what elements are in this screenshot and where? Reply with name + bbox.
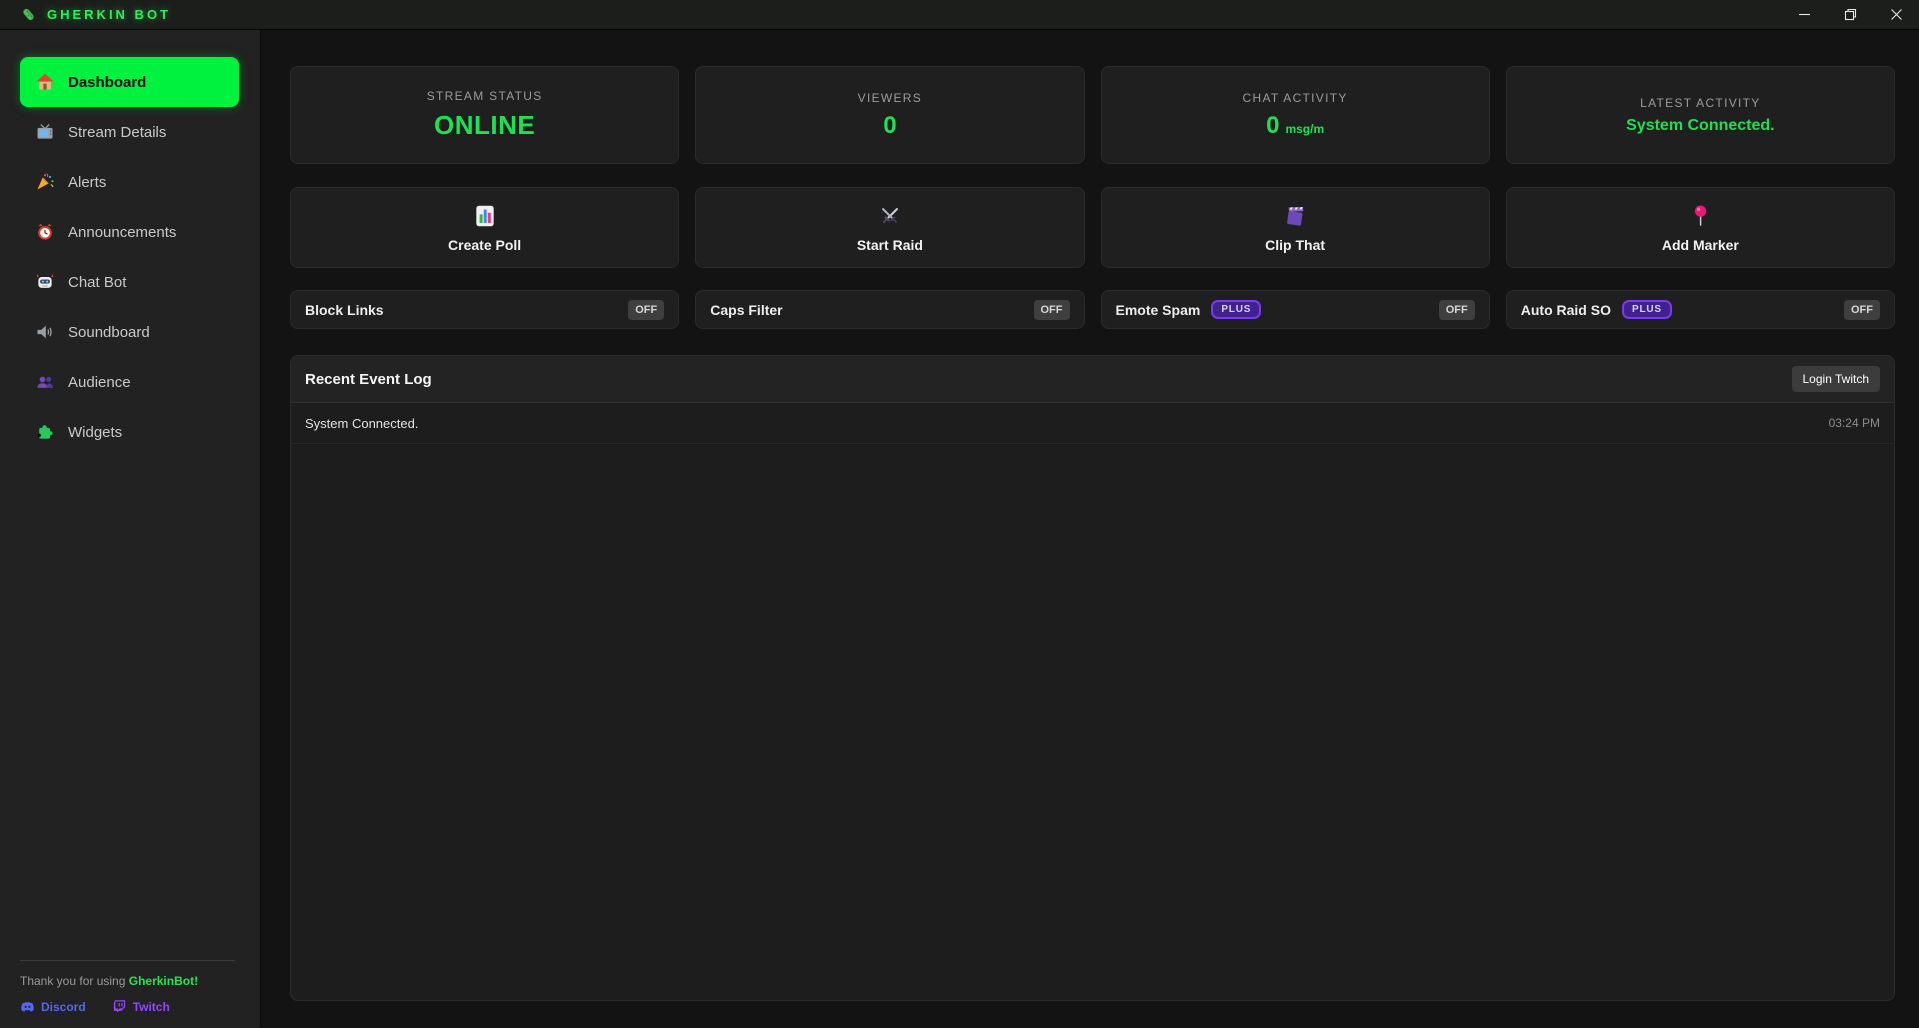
- sidebar-item-label: Audience: [68, 374, 131, 391]
- sidebar-item-audience[interactable]: Audience: [0, 357, 260, 407]
- toggle-state-badge[interactable]: OFF: [1439, 300, 1475, 320]
- pickle-icon: [20, 6, 37, 23]
- stat-label: CHAT ACTIVITY: [1243, 91, 1348, 105]
- sidebar: Dashboard Stream Details: [0, 30, 261, 1028]
- toggle-auto-raid-so[interactable]: Auto Raid SO PLUS OFF: [1506, 290, 1895, 329]
- discord-icon: [20, 999, 35, 1014]
- minimize-icon: [1798, 8, 1811, 21]
- sidebar-item-alerts[interactable]: Alerts: [0, 157, 260, 207]
- sidebar-nav: Dashboard Stream Details: [0, 57, 260, 457]
- actions-row: Create Poll Start Raid: [290, 187, 1895, 268]
- event-log-title: Recent Event Log: [305, 371, 432, 388]
- toggle-state-badge[interactable]: OFF: [1034, 300, 1070, 320]
- sidebar-item-label: Stream Details: [68, 124, 166, 141]
- restore-button[interactable]: [1827, 0, 1873, 29]
- start-raid-button[interactable]: Start Raid: [695, 187, 1084, 268]
- stats-row: STREAM STATUS ONLINE VIEWERS 0 CHAT ACTI…: [290, 66, 1895, 164]
- sidebar-item-soundboard[interactable]: Soundboard: [0, 307, 260, 357]
- sidebar-item-label: Announcements: [68, 224, 176, 241]
- toggle-label: Emote Spam: [1116, 302, 1201, 318]
- pushpin-icon: [1687, 203, 1713, 229]
- sidebar-item-announcements[interactable]: Announcements: [0, 207, 260, 257]
- action-label: Clip That: [1265, 237, 1325, 253]
- party-popper-icon: [35, 172, 55, 192]
- add-marker-button[interactable]: Add Marker: [1506, 187, 1895, 268]
- discord-link[interactable]: Discord: [20, 999, 86, 1014]
- close-button[interactable]: [1873, 0, 1919, 29]
- clip-that-button[interactable]: Clip That: [1101, 187, 1490, 268]
- log-entry: System Connected. 03:24 PM: [291, 403, 1894, 444]
- sidebar-item-label: Alerts: [68, 174, 106, 191]
- stat-label: VIEWERS: [858, 91, 922, 105]
- stat-card-viewers: VIEWERS 0: [695, 66, 1084, 164]
- minimize-button[interactable]: [1781, 0, 1827, 29]
- clapper-icon: [1282, 203, 1308, 229]
- action-label: Add Marker: [1662, 237, 1739, 253]
- bar-chart-icon: [472, 203, 498, 229]
- app-title: GHERKIN BOT: [47, 7, 171, 22]
- twitch-link-label: Twitch: [133, 1000, 170, 1014]
- close-icon: [1890, 8, 1903, 21]
- event-log-header: Recent Event Log Login Twitch: [291, 356, 1894, 403]
- stat-card-stream-status: STREAM STATUS ONLINE: [290, 66, 679, 164]
- sidebar-item-widgets[interactable]: Widgets: [0, 407, 260, 457]
- sidebar-footer: Thank you for using GherkinBot! Discord: [20, 960, 235, 1028]
- titlebar: GHERKIN BOT: [0, 0, 1919, 30]
- toggle-label: Auto Raid SO: [1521, 302, 1611, 318]
- toggle-state-badge[interactable]: OFF: [1844, 300, 1880, 320]
- log-entry-time: 03:24 PM: [1829, 416, 1880, 430]
- sidebar-item-dashboard[interactable]: Dashboard: [20, 57, 239, 107]
- viewers-value: 0: [883, 112, 896, 140]
- login-twitch-button[interactable]: Login Twitch: [1792, 366, 1881, 392]
- crossed-swords-icon: [877, 203, 903, 229]
- puzzle-icon: [35, 422, 55, 442]
- main-content: STREAM STATUS ONLINE VIEWERS 0 CHAT ACTI…: [261, 30, 1919, 1028]
- twitch-icon: [112, 999, 127, 1014]
- sidebar-item-label: Widgets: [68, 424, 122, 441]
- house-icon: [35, 72, 55, 92]
- stat-label: LATEST ACTIVITY: [1640, 96, 1760, 110]
- sidebar-item-label: Chat Bot: [68, 274, 126, 291]
- people-icon: [35, 372, 55, 392]
- toggle-block-links[interactable]: Block Links OFF: [290, 290, 679, 329]
- sidebar-item-chat-bot[interactable]: Chat Bot: [0, 257, 260, 307]
- chat-activity-value: 0msg/m: [1266, 112, 1324, 140]
- stream-status-value: ONLINE: [434, 110, 535, 141]
- alarm-clock-icon: [35, 222, 55, 242]
- latest-activity-value: System Connected.: [1626, 117, 1774, 135]
- recent-event-log-panel: Recent Event Log Login Twitch System Con…: [290, 355, 1895, 1001]
- sidebar-item-label: Soundboard: [68, 324, 150, 341]
- stat-label: STREAM STATUS: [427, 89, 543, 103]
- window-controls: [1781, 0, 1919, 29]
- toggles-row: Block Links OFF Caps Filter OFF Emote Sp…: [290, 290, 1895, 329]
- thanks-text: Thank you for using GherkinBot!: [20, 974, 235, 988]
- plus-badge: PLUS: [1211, 300, 1261, 319]
- log-entry-message: System Connected.: [305, 416, 418, 431]
- sidebar-item-stream-details[interactable]: Stream Details: [0, 107, 260, 157]
- plus-badge: PLUS: [1622, 300, 1672, 319]
- tv-icon: [35, 122, 55, 142]
- sidebar-item-label: Dashboard: [68, 74, 146, 91]
- toggle-caps-filter[interactable]: Caps Filter OFF: [695, 290, 1084, 329]
- stat-card-latest-activity: LATEST ACTIVITY System Connected.: [1506, 66, 1895, 164]
- create-poll-button[interactable]: Create Poll: [290, 187, 679, 268]
- toggle-state-badge[interactable]: OFF: [628, 300, 664, 320]
- toggle-label: Block Links: [305, 302, 384, 318]
- chat-activity-unit: msg/m: [1285, 122, 1324, 136]
- discord-link-label: Discord: [41, 1000, 86, 1014]
- action-label: Create Poll: [448, 237, 521, 253]
- robot-icon: [35, 272, 55, 292]
- stat-card-chat-activity: CHAT ACTIVITY 0msg/m: [1101, 66, 1490, 164]
- restore-icon: [1844, 8, 1857, 21]
- toggle-label: Caps Filter: [710, 302, 782, 318]
- toggle-emote-spam[interactable]: Emote Spam PLUS OFF: [1101, 290, 1490, 329]
- action-label: Start Raid: [857, 237, 923, 253]
- brand-name: GherkinBot!: [129, 974, 198, 988]
- twitch-link[interactable]: Twitch: [112, 999, 170, 1014]
- speaker-icon: [35, 322, 55, 342]
